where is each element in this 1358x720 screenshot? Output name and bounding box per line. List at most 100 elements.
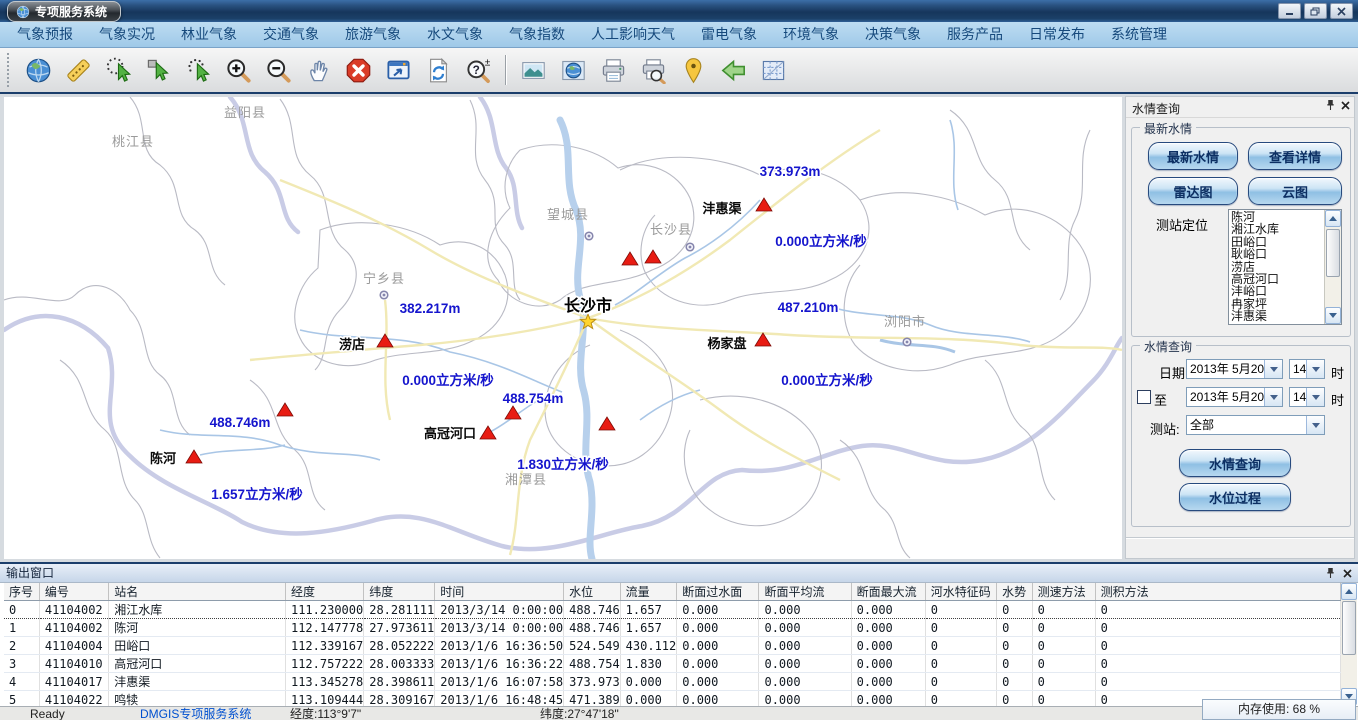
globe-tool-button[interactable] bbox=[21, 52, 55, 88]
stop-tool-button[interactable] bbox=[341, 52, 375, 88]
column-header-13[interactable]: 水势 bbox=[997, 583, 1032, 601]
placemark-tool-button[interactable] bbox=[676, 52, 710, 88]
station-marker-triangle[interactable] bbox=[599, 417, 615, 430]
hour-to-combo[interactable]: 14 bbox=[1289, 387, 1325, 407]
menu-item-1[interactable]: 气象预报 bbox=[4, 22, 86, 47]
radar-image-button[interactable]: 雷达图 bbox=[1148, 177, 1238, 205]
minimize-button[interactable] bbox=[1278, 3, 1301, 19]
app-tab[interactable]: 专项服务系统 bbox=[7, 1, 121, 22]
menu-item-4[interactable]: 交通气象 bbox=[250, 22, 332, 47]
table-row-3[interactable]: 341104010高冠河口112.75722228.0033332013/1/6… bbox=[4, 655, 1341, 673]
station-list-item[interactable]: 耿峪口 bbox=[1231, 248, 1324, 260]
hour-from-combo[interactable]: 14 bbox=[1289, 359, 1325, 379]
menu-item-12[interactable]: 服务产品 bbox=[934, 22, 1016, 47]
menu-item-3[interactable]: 林业气象 bbox=[168, 22, 250, 47]
column-header-6[interactable]: 时间 bbox=[435, 583, 564, 601]
menu-item-10[interactable]: 环境气象 bbox=[770, 22, 852, 47]
back-tool-button[interactable] bbox=[716, 52, 750, 88]
zoom-out-tool-button[interactable] bbox=[261, 52, 295, 88]
column-header-8[interactable]: 流量 bbox=[620, 583, 677, 601]
identify-tool-button[interactable]: ? ± bbox=[461, 52, 495, 88]
close-panel-icon[interactable] bbox=[1343, 569, 1352, 578]
menu-item-5[interactable]: 旅游气象 bbox=[332, 22, 414, 47]
column-header-15[interactable]: 测积方法 bbox=[1095, 583, 1340, 601]
map-panel[interactable]: 益阳县桃江县望城县长沙县宁乡县浏阳市湘潭县沣惠渠涝店杨家盘陈河高冠河口373.9… bbox=[4, 97, 1122, 559]
column-header-2[interactable]: 编号 bbox=[39, 583, 108, 601]
menu-item-8[interactable]: 人工影响天气 bbox=[578, 22, 688, 47]
map-canvas[interactable]: 益阳县桃江县望城县长沙县宁乡县浏阳市湘潭县沣惠渠涝店杨家盘陈河高冠河口373.9… bbox=[4, 97, 1122, 559]
full-extent-tool-button[interactable] bbox=[381, 52, 415, 88]
print-tool-button[interactable] bbox=[596, 52, 630, 88]
menu-item-7[interactable]: 气象指数 bbox=[496, 22, 578, 47]
latest-water-button[interactable]: 最新水情 bbox=[1148, 142, 1238, 170]
pin-icon[interactable] bbox=[1326, 567, 1335, 579]
station-marker-triangle[interactable] bbox=[755, 333, 771, 346]
table-row-4[interactable]: 441104017沣惠渠113.34527828.3986112013/1/6 … bbox=[4, 673, 1341, 691]
select-arrow-tool-button[interactable] bbox=[141, 52, 175, 88]
cloud-image-button[interactable]: 云图 bbox=[1248, 177, 1342, 205]
to-date-checkbox[interactable] bbox=[1137, 390, 1151, 404]
output-title-bar[interactable]: 输出窗口 bbox=[0, 564, 1358, 583]
station-list-item[interactable]: 沣峪口 bbox=[1231, 285, 1324, 297]
scroll-up-button[interactable] bbox=[1325, 210, 1341, 227]
select-circle-tool-button[interactable] bbox=[101, 52, 135, 88]
station-listbox[interactable]: 陈河湘江水库田峪口耿峪口涝店高冠河口沣峪口冉家坪沣惠渠 bbox=[1228, 209, 1342, 325]
web-map-tool-button[interactable] bbox=[556, 52, 590, 88]
menu-item-11[interactable]: 决策气象 bbox=[852, 22, 934, 47]
column-header-7[interactable]: 水位 bbox=[564, 583, 621, 601]
dropdown-arrow-icon[interactable] bbox=[1264, 360, 1282, 378]
table-row-2[interactable]: 241104004田峪口112.33916728.0522222013/1/6 … bbox=[4, 637, 1341, 655]
menu-item-14[interactable]: 系统管理 bbox=[1098, 22, 1180, 47]
column-header-9[interactable]: 断面过水面 bbox=[677, 583, 759, 601]
column-header-10[interactable]: 断面平均流 bbox=[759, 583, 851, 601]
table-row-1[interactable]: 141104002陈河112.14777827.9736112013/3/14 … bbox=[4, 619, 1341, 637]
water-level-process-button[interactable]: 水位过程 bbox=[1179, 483, 1291, 511]
pan-tool-button[interactable] bbox=[301, 52, 335, 88]
toolbar-grip[interactable] bbox=[7, 53, 12, 87]
tile-grid-tool-button[interactable] bbox=[756, 52, 790, 88]
output-scrollbar[interactable] bbox=[1341, 583, 1357, 705]
select-points-tool-button[interactable] bbox=[181, 52, 215, 88]
column-header-5[interactable]: 纬度 bbox=[364, 583, 435, 601]
close-button[interactable] bbox=[1330, 3, 1353, 19]
export-image-tool-button[interactable] bbox=[516, 52, 550, 88]
column-header-1[interactable]: 序号 bbox=[4, 583, 39, 601]
station-marker-triangle[interactable] bbox=[645, 250, 661, 263]
measure-tool-button[interactable] bbox=[61, 52, 95, 88]
dropdown-arrow-icon[interactable] bbox=[1306, 416, 1324, 434]
scroll-up-button[interactable] bbox=[1341, 583, 1357, 600]
pin-icon[interactable] bbox=[1326, 99, 1335, 111]
refresh-tool-button[interactable] bbox=[421, 52, 455, 88]
table-row-5[interactable]: 541104022鸣犊113.10944428.3091672013/1/6 1… bbox=[4, 691, 1341, 707]
dropdown-arrow-icon[interactable] bbox=[1306, 388, 1324, 406]
panel-header[interactable]: 水情查询 bbox=[1126, 97, 1354, 118]
date-from-combo[interactable]: 2013年 5月20日 bbox=[1186, 359, 1283, 379]
station-marker-triangle[interactable] bbox=[186, 450, 202, 463]
dropdown-arrow-icon[interactable] bbox=[1306, 360, 1324, 378]
zoom-in-tool-button[interactable] bbox=[221, 52, 255, 88]
station-list-item[interactable]: 湘江水库 bbox=[1231, 223, 1324, 235]
station-marker-triangle[interactable] bbox=[377, 334, 393, 347]
column-header-14[interactable]: 测速方法 bbox=[1032, 583, 1095, 601]
column-header-4[interactable]: 经度 bbox=[285, 583, 363, 601]
print-preview-tool-button[interactable] bbox=[636, 52, 670, 88]
station-list-item[interactable]: 沣惠渠 bbox=[1231, 310, 1324, 322]
date-to-combo[interactable]: 2013年 5月20日 bbox=[1186, 387, 1283, 407]
station-marker-triangle[interactable] bbox=[480, 426, 496, 439]
station-marker-triangle[interactable] bbox=[622, 252, 638, 265]
column-header-3[interactable]: 站名 bbox=[109, 583, 286, 601]
scroll-down-button[interactable] bbox=[1325, 307, 1341, 324]
column-header-12[interactable]: 河水特征码 bbox=[925, 583, 996, 601]
water-query-button[interactable]: 水情查询 bbox=[1179, 449, 1291, 477]
close-panel-icon[interactable] bbox=[1341, 101, 1350, 110]
menu-item-9[interactable]: 雷电气象 bbox=[688, 22, 770, 47]
station-marker-triangle[interactable] bbox=[756, 198, 772, 211]
menu-item-2[interactable]: 气象实况 bbox=[86, 22, 168, 47]
table-row-0[interactable]: 041104002湘江水库111.23000028.2811112013/3/1… bbox=[4, 601, 1341, 619]
station-marker-triangle[interactable] bbox=[277, 403, 293, 416]
restore-button[interactable] bbox=[1304, 3, 1327, 19]
station-select-combo[interactable]: 全部 bbox=[1186, 415, 1325, 435]
view-details-button[interactable]: 查看详情 bbox=[1248, 142, 1342, 170]
dropdown-arrow-icon[interactable] bbox=[1264, 388, 1282, 406]
menu-item-6[interactable]: 水文气象 bbox=[414, 22, 496, 47]
